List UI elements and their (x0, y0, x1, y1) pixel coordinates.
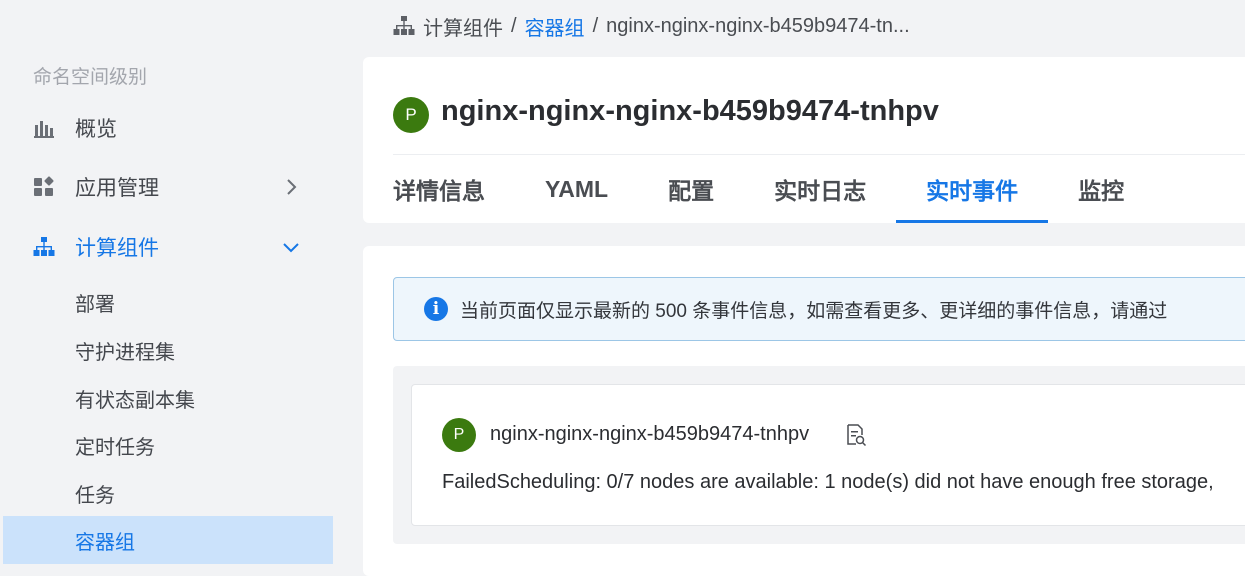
info-alert: i 当前页面仅显示最新的 500 条事件信息，如需查看更多、更详细的事件信息，请… (393, 277, 1245, 341)
sidebar-item-compute[interactable]: 计算组件 (0, 223, 340, 271)
breadcrumb-current: nginx-nginx-nginx-b459b9474-tn... (606, 14, 910, 37)
sidebar-subitem-jobs[interactable]: 任务 (3, 469, 333, 517)
breadcrumb: 计算组件 / 容器组 / nginx-nginx-nginx-b459b9474… (393, 12, 910, 40)
tab-bar: 详情信息 YAML 配置 实时日志 实时事件 监控 (393, 155, 1124, 223)
sidebar-subitem-pods[interactable]: 容器组 (3, 516, 333, 564)
tab-realtime-logs[interactable]: 实时日志 (774, 155, 866, 223)
tab-yaml[interactable]: YAML (545, 155, 608, 223)
sidebar-subitem-deployments[interactable]: 部署 (3, 278, 333, 326)
sidebar-item-label: 计算组件 (75, 237, 159, 260)
sidebar-subitem-daemonsets[interactable]: 守护进程集 (3, 326, 333, 374)
alert-text: 当前页面仅显示最新的 500 条事件信息，如需查看更多、更详细的事件信息，请通过 (460, 300, 1168, 322)
breadcrumb-separator: / (511, 14, 517, 37)
tab-monitoring[interactable]: 监控 (1078, 155, 1124, 223)
sidebar-item-label: 应用管理 (75, 177, 159, 200)
event-item: P nginx-nginx-nginx-b459b9474-tnhpv Fail… (411, 384, 1245, 526)
sidebar-item-label: 概览 (75, 118, 117, 141)
breadcrumb-parent-link[interactable]: 容器组 (525, 12, 585, 41)
tab-config[interactable]: 配置 (668, 155, 714, 223)
chevron-right-icon (287, 179, 297, 195)
document-search-icon[interactable] (845, 423, 867, 447)
hierarchy-icon (33, 237, 55, 256)
sidebar-section-title: 命名空间级别 (33, 67, 148, 88)
event-pod-name: nginx-nginx-nginx-b459b9474-tnhpv (490, 423, 810, 445)
breadcrumb-root[interactable]: 计算组件 (423, 12, 503, 41)
sidebar-item-app-management[interactable]: 应用管理 (0, 163, 340, 211)
page-title: nginx-nginx-nginx-b459b9474-tnhpv (441, 95, 939, 127)
pod-badge: P (442, 418, 476, 452)
bar-chart-icon (34, 121, 54, 138)
hierarchy-icon (393, 16, 415, 35)
chevron-down-icon (283, 243, 299, 253)
pod-badge: P (393, 97, 429, 133)
sidebar-subitem-statefulsets[interactable]: 有状态副本集 (3, 374, 333, 422)
event-message: FailedScheduling: 0/7 nodes are availabl… (442, 471, 1214, 493)
tab-realtime-events[interactable]: 实时事件 (896, 155, 1049, 223)
event-list: P nginx-nginx-nginx-b459b9474-tnhpv Fail… (393, 366, 1245, 544)
events-content-card: i 当前页面仅显示最新的 500 条事件信息，如需查看更多、更详细的事件信息，请… (363, 246, 1245, 576)
app-grid-icon (34, 176, 54, 196)
pod-header-card: P nginx-nginx-nginx-b459b9474-tnhpv 详情信息… (363, 57, 1245, 223)
sidebar-subitem-cronjobs[interactable]: 定时任务 (3, 421, 333, 469)
tab-details[interactable]: 详情信息 (393, 155, 485, 223)
breadcrumb-separator: / (592, 14, 599, 37)
info-icon: i (424, 297, 448, 321)
sidebar-item-overview[interactable]: 概览 (0, 104, 340, 152)
sidebar: 命名空间级别 概览 应用管理 计算组件 部署 守护进程集 有状态副本集 定时任务… (0, 0, 340, 576)
